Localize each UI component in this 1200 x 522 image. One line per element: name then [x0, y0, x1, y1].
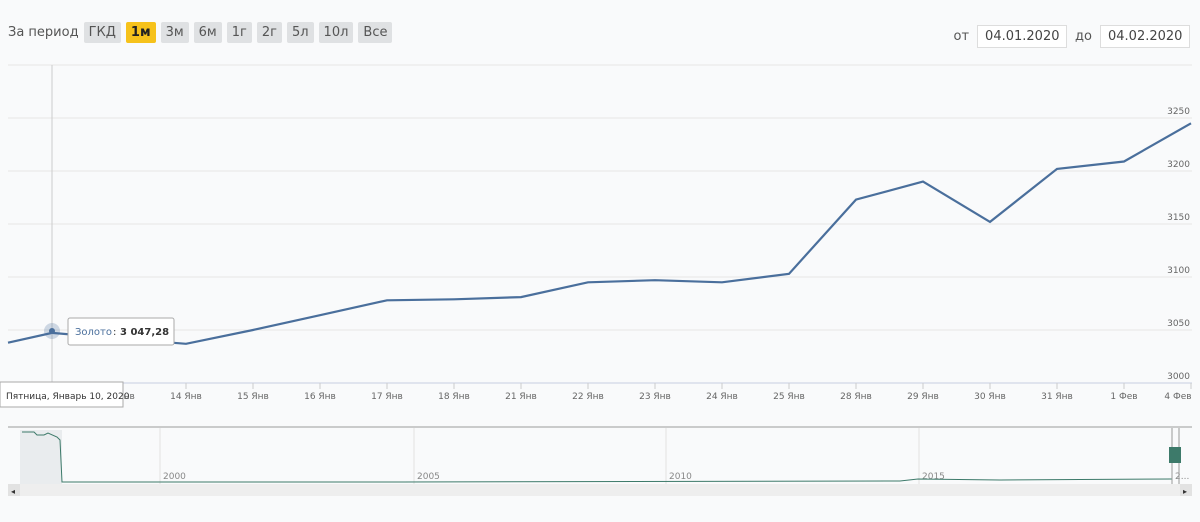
scrollbar[interactable]	[8, 484, 1192, 496]
x-tick-label: 17 Янв	[371, 392, 403, 402]
y-tick-label: 3000	[1167, 372, 1190, 382]
y-tick-label: 3250	[1167, 107, 1190, 117]
svg-text::: :	[113, 327, 116, 338]
y-tick-label: 3200	[1167, 160, 1190, 170]
price-chart: 30003050310031503200325013 Янв14 Янв15 Я…	[0, 64, 1192, 496]
x-tick-label: 28 Янв	[840, 392, 872, 402]
navigator-year-label: 2015	[922, 472, 945, 482]
x-tick-label: 23 Янв	[639, 392, 671, 402]
x-tick-label: 21 Янв	[505, 392, 537, 402]
x-tick-label: 18 Янв	[438, 392, 470, 402]
x-tick-label: 15 Янв	[237, 392, 269, 402]
y-tick-label: 3100	[1167, 266, 1190, 276]
tooltip-date: Пятница, Январь 10, 2020	[6, 392, 130, 402]
x-tick-label: 1 Фев	[1110, 392, 1137, 402]
navigator-year-label: 2005	[417, 472, 440, 482]
x-tick-label: 31 Янв	[1041, 392, 1073, 402]
series-line	[7, 122, 1192, 345]
svg-text:▸: ▸	[1183, 487, 1187, 496]
svg-text:◂: ◂	[11, 487, 15, 496]
tooltip-series: Золото	[75, 327, 112, 338]
date-tooltip: Пятница, Январь 10, 2020	[0, 381, 130, 408]
navigator[interactable]: 2000 2005 2010 2015 2... ◂ ▸	[8, 426, 1192, 496]
hover-point	[49, 328, 55, 334]
x-tick-label: 22 Янв	[572, 392, 604, 402]
x-tick-label: 4 Фев	[1164, 392, 1191, 402]
navigator-year-label: 2010	[669, 472, 692, 482]
x-tick-label: 30 Янв	[974, 392, 1006, 402]
x-tick-label: 25 Янв	[773, 392, 805, 402]
x-tick-label: 16 Янв	[304, 392, 336, 402]
x-tick-label: 29 Янв	[907, 392, 939, 402]
navigator-year-label: 2000	[163, 472, 186, 482]
x-tick-label: 24 Янв	[706, 392, 738, 402]
y-tick-label: 3150	[1167, 213, 1190, 223]
tooltip: Золото : 3 047,28	[67, 317, 175, 346]
tooltip-value: 3 047,28	[120, 327, 169, 338]
navigator-year-label: 2...	[1175, 472, 1189, 482]
navigator-handle[interactable]	[1169, 447, 1181, 463]
x-tick-label: 14 Янв	[170, 392, 202, 402]
y-tick-label: 3050	[1167, 319, 1190, 329]
